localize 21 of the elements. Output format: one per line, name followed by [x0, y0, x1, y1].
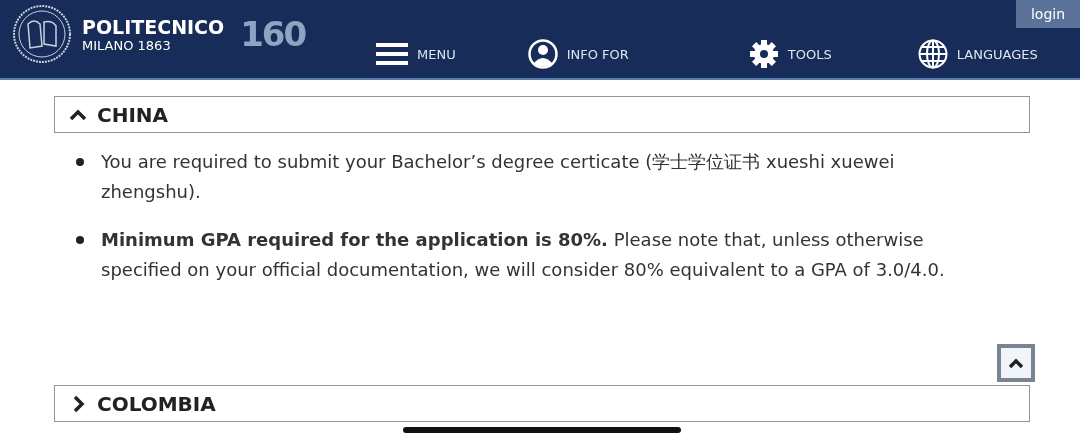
accordion-header[interactable]: CHINA — [54, 96, 1030, 133]
nav-link[interactable]: MENU — [376, 43, 456, 65]
logo-name: POLITECNICO — [82, 15, 225, 38]
requirement-text: Minimum GPA required for the application is 80%. Please note that, unless otherwise specified on your official documentation, we will consider 80% equivalent to a GPA of 3.0/4.0. — [101, 228, 946, 282]
bullet-icon — [76, 236, 84, 244]
logo-subtitle: MILANO 1863 — [82, 37, 172, 53]
requirement-text: You are required to submit your Bachelor’s degree certicate (学士学位证书 xueshi xuewei zhengshu). — [101, 150, 896, 204]
bullet-icon — [76, 158, 84, 166]
globe-icon — [917, 39, 948, 69]
user-icon — [527, 39, 558, 69]
anniversary-logo: 160 — [240, 14, 306, 54]
settings-icon — [748, 39, 779, 69]
chevron-up-icon — [1008, 357, 1024, 369]
nav-link[interactable]: TOOLS — [748, 39, 832, 69]
accordion-header[interactable]: COLOMBIA — [54, 385, 1030, 422]
seal-icon — [12, 4, 72, 64]
nav-link[interactable]: INFO FOR — [527, 39, 629, 69]
login-link[interactable]: login — [1016, 0, 1080, 28]
nav-link[interactable]: LANGUAGES — [917, 39, 1038, 69]
menu-icon — [376, 43, 408, 65]
scroll-top-button[interactable] — [997, 344, 1035, 382]
